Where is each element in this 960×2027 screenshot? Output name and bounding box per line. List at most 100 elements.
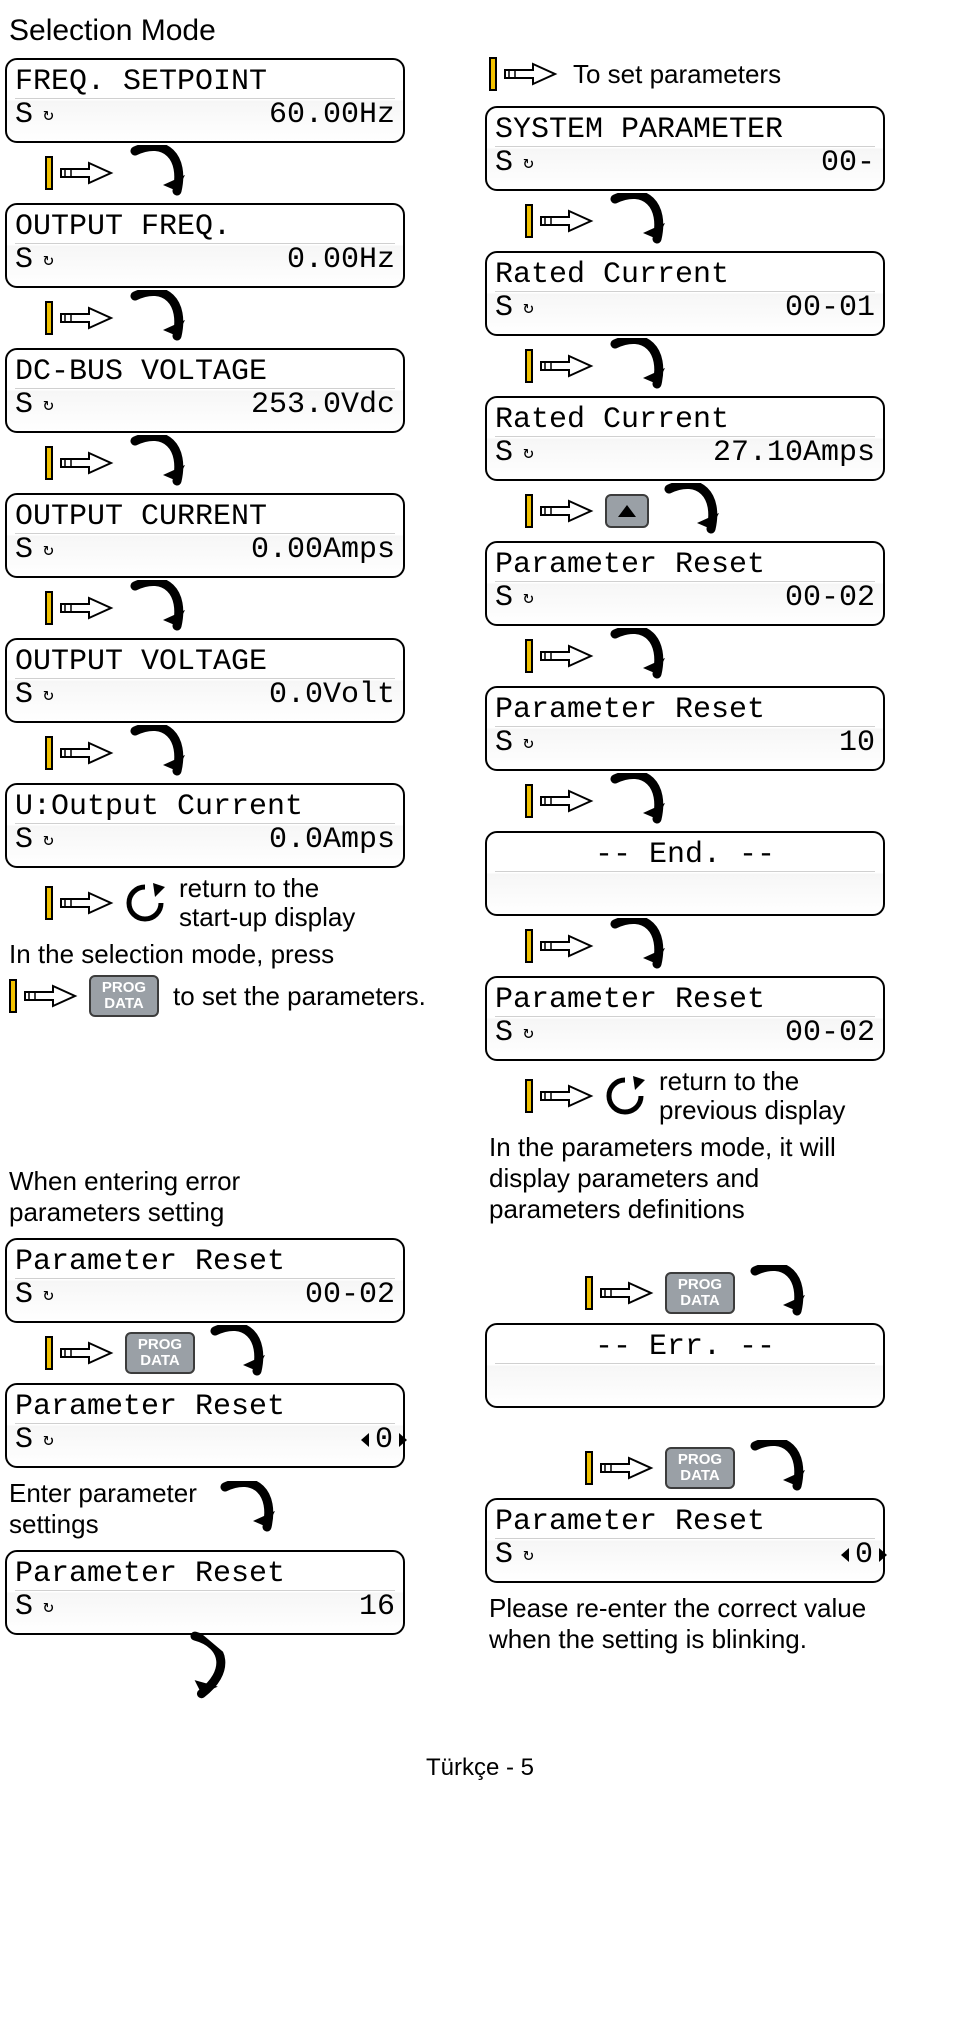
- hand-icon: [45, 885, 115, 921]
- lcd-output-voltage: OUTPUT VOLTAGE S↻0.0Volt: [5, 638, 405, 723]
- refresh-icon: [605, 1076, 649, 1116]
- hand-icon: [45, 155, 115, 191]
- arc-arrow-icon: [125, 435, 195, 491]
- hand-icon: [489, 56, 559, 92]
- lcd-value: 00-: [821, 148, 875, 178]
- lcd-value: 60.00Hz: [269, 100, 395, 130]
- hand-icon: [45, 445, 115, 481]
- to-set-note: To set parameters: [573, 59, 781, 90]
- arc-arrow-icon: [605, 193, 675, 249]
- lcd-text: SYSTEM PARAMETER: [495, 115, 783, 145]
- arc-arrow-icon: [605, 773, 675, 829]
- lcd-text: Parameter Reset: [15, 1247, 285, 1277]
- lcd-text: Rated Current: [495, 405, 729, 435]
- lcd-err-b: Parameter Reset S↻0: [5, 1383, 405, 1468]
- hand-icon: [45, 590, 115, 626]
- lcd-text: OUTPUT FREQ.: [15, 212, 231, 242]
- hand-icon: [9, 978, 79, 1014]
- hand-icon: [525, 928, 595, 964]
- prog-data-button[interactable]: PROGDATA: [665, 1272, 735, 1314]
- lcd-text: Parameter Reset: [495, 695, 765, 725]
- hand-icon: [525, 203, 595, 239]
- lcd-param-reset-c: Parameter Reset S↻00-02: [485, 976, 885, 1061]
- lcd-param-reset-a: Parameter Reset S↻00-02: [485, 541, 885, 626]
- lcd-value-blink: 0: [373, 1423, 395, 1457]
- arc-arrow-icon: [155, 1625, 245, 1713]
- sel-note-a: In the selection mode, press: [9, 939, 465, 970]
- refresh-icon: [125, 883, 169, 923]
- hand-icon: [525, 493, 595, 529]
- prog-data-button[interactable]: PROGDATA: [665, 1447, 735, 1489]
- enter-param-note: Enter parameter settings: [9, 1478, 197, 1540]
- lcd-rated-current-b: Rated Current S↻27.10Amps: [485, 396, 885, 481]
- hand-icon: [45, 1335, 115, 1371]
- arc-arrow-icon: [659, 483, 729, 539]
- lcd-text: Parameter Reset: [495, 1507, 765, 1537]
- err-heading: When entering error parameters setting: [9, 1166, 465, 1228]
- lcd-value-blink: 0: [853, 1538, 875, 1572]
- arc-arrow-icon: [745, 1440, 815, 1496]
- hand-icon: [525, 638, 595, 674]
- left-column: FREQ. SETPOINT S↻60.00Hz OUTPUT FREQ. S↻…: [5, 52, 465, 1704]
- arc-arrow-icon: [215, 1481, 285, 1537]
- lcd-freq-setpoint: FREQ. SETPOINT S↻60.00Hz: [5, 58, 405, 143]
- lcd-end: -- End. --: [485, 831, 885, 916]
- lcd-err-msg: -- Err. --: [485, 1323, 885, 1408]
- hand-icon: [525, 1078, 595, 1114]
- hand-icon: [45, 735, 115, 771]
- lcd-value: 0.00Amps: [251, 535, 395, 565]
- lcd-center: -- Err. --: [595, 1332, 775, 1362]
- lcd-value: 00-01: [785, 293, 875, 323]
- lcd-text: FREQ. SETPOINT: [15, 67, 267, 97]
- lcd-rated-current-a: Rated Current S↻00-01: [485, 251, 885, 336]
- right-column: To set parameters SYSTEM PARAMETER S↻00-…: [485, 52, 945, 1659]
- arc-arrow-icon: [745, 1265, 815, 1321]
- hand-icon: [45, 300, 115, 336]
- lcd-output-current: OUTPUT CURRENT S↻0.00Amps: [5, 493, 405, 578]
- lcd-err-a: Parameter Reset S↻00-02: [5, 1238, 405, 1323]
- lcd-sys-param: SYSTEM PARAMETER S↻00-: [485, 106, 885, 191]
- arc-arrow-icon: [125, 145, 195, 201]
- lcd-value: 10: [839, 728, 875, 758]
- param-mode-note: In the parameters mode, it will display …: [489, 1132, 945, 1225]
- lcd-value: 16: [359, 1592, 395, 1622]
- up-button[interactable]: [605, 494, 649, 528]
- arc-arrow-icon: [125, 580, 195, 636]
- lcd-text: OUTPUT VOLTAGE: [15, 647, 267, 677]
- page-footer: Türkçe - 5: [5, 1754, 955, 1782]
- lcd-text: Parameter Reset: [15, 1392, 285, 1422]
- hand-icon: [525, 348, 595, 384]
- lcd-text: OUTPUT CURRENT: [15, 502, 267, 532]
- hand-icon: [525, 783, 595, 819]
- lcd-text: Parameter Reset: [495, 550, 765, 580]
- title: Selection Mode: [9, 14, 955, 48]
- lcd-u-output-current: U:Output Current S↻0.0Amps: [5, 783, 405, 868]
- hand-icon: [585, 1450, 655, 1486]
- last-note: Please re-enter the correct value when t…: [489, 1593, 945, 1655]
- return-note: return to the start-up display: [179, 874, 355, 931]
- arc-arrow-icon: [125, 290, 195, 346]
- lcd-value: 0.00Hz: [287, 245, 395, 275]
- arc-arrow-icon: [605, 628, 675, 684]
- lcd-text: Rated Current: [495, 260, 729, 290]
- arc-arrow-icon: [205, 1325, 275, 1381]
- lcd-param-reset-b: Parameter Reset S↻10: [485, 686, 885, 771]
- sel-note-b: to set the parameters.: [173, 981, 426, 1012]
- lcd-value: 0.0Amps: [269, 825, 395, 855]
- hand-icon: [585, 1275, 655, 1311]
- lcd-output-freq: OUTPUT FREQ. S↻0.00Hz: [5, 203, 405, 288]
- prog-data-button[interactable]: PROGDATA: [125, 1332, 195, 1374]
- arc-arrow-icon: [605, 918, 675, 974]
- lcd-value: 253.0Vdc: [251, 390, 395, 420]
- lcd-center: -- End. --: [595, 840, 775, 870]
- lcd-last: Parameter Reset S↻0: [485, 1498, 885, 1583]
- arc-arrow-icon: [605, 338, 675, 394]
- lcd-text: Parameter Reset: [495, 985, 765, 1015]
- lcd-text: DC-BUS VOLTAGE: [15, 357, 267, 387]
- prog-data-button[interactable]: PROGDATA: [89, 975, 159, 1017]
- lcd-text: U:Output Current: [15, 792, 303, 822]
- arc-arrow-icon: [125, 725, 195, 781]
- lcd-text: Parameter Reset: [15, 1559, 285, 1589]
- lcd-value: 00-02: [785, 583, 875, 613]
- lcd-value: 00-02: [785, 1018, 875, 1048]
